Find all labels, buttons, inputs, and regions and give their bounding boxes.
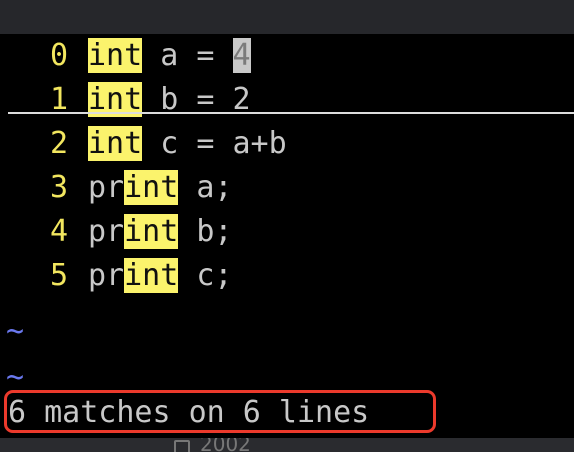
line-number: 0 <box>49 38 68 73</box>
window-titlebar <box>0 0 574 34</box>
line-code: int c = a+b <box>88 122 287 166</box>
code-text: pr <box>88 170 125 205</box>
line-number: 1 <box>49 82 68 117</box>
line-code: int b = 2 <box>88 78 251 122</box>
line-code: int a = 4 <box>88 34 251 78</box>
code-line: 4 print b; <box>0 210 574 254</box>
code-text: c; <box>178 258 233 293</box>
code-line: 3 print a; <box>0 166 574 210</box>
line-number: 2 <box>49 126 68 161</box>
line-code: print c; <box>88 254 233 298</box>
tilde-marker: ~ <box>6 314 25 349</box>
folder-label: 2002 <box>200 438 251 452</box>
cursor-char: 4 <box>232 38 251 73</box>
code-line: 1 int b = 2 <box>0 78 574 122</box>
line-number: 3 <box>49 170 68 205</box>
code-text: a = <box>142 38 233 73</box>
code-line: 5 print c; <box>0 254 574 298</box>
search-match: int <box>88 38 143 73</box>
line-number: 4 <box>49 214 68 249</box>
search-match: int <box>124 258 179 293</box>
line-code: print b; <box>88 210 233 254</box>
code-text: b; <box>178 214 233 249</box>
code-line: 0 int a = 4 <box>0 34 574 78</box>
search-match: int <box>88 126 143 161</box>
code-text: a; <box>178 170 233 205</box>
code-text: pr <box>88 258 125 293</box>
code-text: c = a+b <box>142 126 287 161</box>
search-match: int <box>124 170 179 205</box>
folder-icon <box>174 440 190 452</box>
line-number: 5 <box>49 258 68 293</box>
line-code: print a; <box>88 166 233 210</box>
code-text: pr <box>88 214 125 249</box>
search-match: int <box>124 214 179 249</box>
status-message: 6 matches on 6 lines <box>8 395 370 430</box>
bottom-bar: 2002 <box>0 438 574 452</box>
cursor-line-underline <box>8 112 574 114</box>
code-line: 2 int c = a+b <box>0 122 574 166</box>
terminal-area[interactable]: 0 int a = 4 1 int b = 2 2 int c = a+b 3 print a… <box>0 34 574 438</box>
